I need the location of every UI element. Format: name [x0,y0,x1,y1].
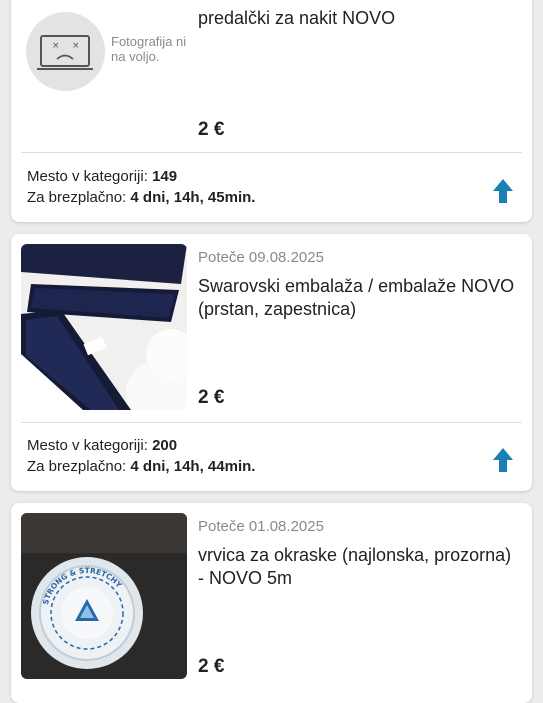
divider [21,422,522,423]
broken-image-icon: × × [37,35,93,70]
listing-photo[interactable] [21,244,187,410]
no-photo-text: Fotografija ni na voljo. [111,34,187,64]
free-label: Za brezplačno: [27,189,127,206]
listing-price: 2 € [198,387,225,408]
listing-card[interactable]: Poteče 09.08.2025 Swarovski embalaža / e… [11,234,532,491]
listing-card[interactable]: × × Fotografija ni na voljo. predalčki z… [11,0,532,222]
listing-price: 2 € [198,656,225,677]
listing-meta: Mesto v kategoriji: 149 Za brezplačno: 4… [27,166,255,208]
expiry-date: Poteče 01.08.2025 [198,518,324,535]
free-value: 4 dni, 14h, 44min. [130,458,256,475]
free-value: 4 dni, 14h, 45min. [130,189,256,206]
listing-title[interactable]: vrvica za okraske (najlonska, prozorna) … [198,544,518,590]
rank-value: 200 [152,437,178,454]
listing-meta: Mesto v kategoriji: 200 Za brezplačno: 4… [27,435,255,477]
rank-label: Mesto v kategoriji: [27,168,148,185]
svg-text:×: × [52,41,60,51]
no-photo-placeholder: × × [26,12,105,91]
expiry-date: Poteče 09.08.2025 [198,249,324,266]
listing-title[interactable]: predalčki za nakit NOVO [198,7,518,30]
listing-photo[interactable]: STRONG & STRETCHY [21,513,187,679]
divider [21,152,522,153]
arrow-up-icon [493,179,513,203]
photo-nylon-spool: STRONG & STRETCHY [21,513,187,679]
rank-label: Mesto v kategoriji: [27,437,148,454]
bump-up-button[interactable] [488,445,518,475]
listing-card[interactable]: STRONG & STRETCHY Poteče 01.08.2025 vrvi… [11,503,532,703]
arrow-up-icon [493,448,513,472]
svg-text:×: × [72,41,80,51]
listing-title[interactable]: Swarovski embalaža / embalaže NOVO (prst… [198,275,518,321]
free-label: Za brezplačno: [27,458,127,475]
photo-swarovski-boxes [21,244,187,410]
rank-value: 149 [152,168,178,185]
listing-price: 2 € [198,119,225,140]
bump-up-button[interactable] [488,176,518,206]
